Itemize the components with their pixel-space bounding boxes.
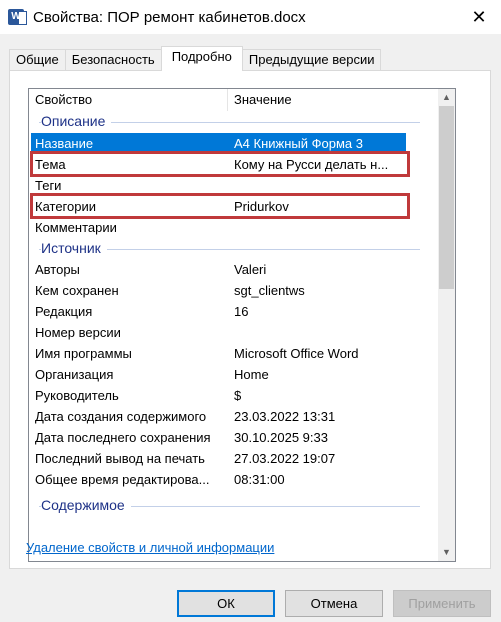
property-name: Организация	[35, 367, 114, 382]
group-label: Содержимое	[41, 497, 131, 513]
property-name: Номер версии	[35, 325, 121, 340]
highlight-box-categories	[30, 193, 410, 219]
table-row[interactable]: Последний вывод на печать 27.03.2022 19:…	[29, 448, 438, 469]
property-value: Home	[234, 367, 269, 382]
table-row[interactable]: Руководитель $	[29, 385, 438, 406]
property-name: Комментарии	[35, 220, 117, 235]
property-value: 16	[234, 304, 249, 319]
property-name: Дата последнего сохранения	[35, 430, 211, 445]
table-row[interactable]: Организация Home	[29, 364, 438, 385]
word-doc-icon: W	[8, 9, 27, 25]
tab-previous-versions[interactable]: Предыдущие версии	[241, 49, 382, 71]
property-name: Дата создания содержимого	[35, 409, 207, 424]
dialog-body: Общие Безопасность Подробно Предыдущие в…	[0, 34, 501, 622]
property-name: Руководитель	[35, 388, 119, 403]
property-list-viewport: Свойство Значение Описание Название A4 К…	[29, 89, 438, 561]
column-header-property[interactable]: Свойство	[35, 92, 92, 107]
property-list[interactable]: Свойство Значение Описание Название A4 К…	[28, 88, 456, 562]
table-row[interactable]: Авторы Valeri	[29, 259, 438, 280]
vertical-scrollbar[interactable]: ▲ ▼	[438, 89, 455, 561]
group-label: Описание	[41, 113, 112, 129]
property-name: Теги	[35, 178, 62, 193]
list-header: Свойство Значение	[29, 89, 438, 111]
property-name: Кем сохранен	[35, 283, 119, 298]
tab-general[interactable]: Общие	[9, 49, 66, 71]
column-header-value[interactable]: Значение	[234, 92, 292, 107]
table-row[interactable]: Дата создания содержимого 23.03.2022 13:…	[29, 406, 438, 427]
remove-properties-link[interactable]: Удаление свойств и личной информации	[26, 540, 274, 555]
close-button[interactable]: ✕	[465, 4, 493, 30]
highlight-box-subject	[30, 151, 410, 177]
property-value: 23.03.2022 13:31	[234, 409, 336, 424]
property-value: A4 Книжный Форма 3	[234, 136, 363, 151]
apply-button[interactable]: Применить	[393, 590, 491, 617]
group-content: Содержимое	[29, 495, 438, 516]
scroll-down-arrow-icon[interactable]: ▼	[438, 544, 455, 561]
table-row[interactable]: Кем сохранен sgt_clientws	[29, 280, 438, 301]
group-label: Источник	[41, 240, 107, 256]
property-value: 30.10.2025 9:33	[234, 430, 328, 445]
property-name: Название	[35, 136, 94, 151]
property-value: 08:31:00	[234, 472, 285, 487]
details-panel: Свойство Значение Описание Название A4 К…	[9, 70, 491, 569]
ok-button[interactable]: ОК	[177, 590, 275, 617]
table-row[interactable]: Комментарии	[29, 217, 438, 238]
property-value: Microsoft Office Word	[234, 346, 359, 361]
cancel-button[interactable]: Отмена	[285, 590, 383, 617]
window-title: Свойства: ПОР ремонт кабинетов.docx	[33, 9, 306, 26]
table-row[interactable]: Дата последнего сохранения 30.10.2025 9:…	[29, 427, 438, 448]
property-value: sgt_clientws	[234, 283, 305, 298]
property-value: $	[234, 388, 242, 403]
tab-details[interactable]: Подробно	[160, 46, 243, 71]
scroll-up-arrow-icon[interactable]: ▲	[438, 89, 455, 106]
property-value: 27.03.2022 19:07	[234, 451, 336, 466]
table-row[interactable]: Номер версии	[29, 322, 438, 343]
tab-strip: Общие Безопасность Подробно Предыдущие в…	[9, 46, 382, 71]
table-row[interactable]: Редакция 16	[29, 301, 438, 322]
property-name: Общее время редактирова...	[35, 472, 210, 487]
property-name: Последний вывод на печать	[35, 451, 205, 466]
property-name: Редакция	[35, 304, 93, 319]
tab-security[interactable]: Безопасность	[64, 49, 162, 71]
table-row[interactable]: Общее время редактирова... 08:31:00	[29, 469, 438, 490]
property-name: Авторы	[35, 262, 80, 277]
table-row[interactable]: Имя программы Microsoft Office Word	[29, 343, 438, 364]
group-description: Описание	[29, 111, 438, 132]
group-source: Источник	[29, 238, 438, 259]
title-bar: W Свойства: ПОР ремонт кабинетов.docx ✕	[0, 0, 501, 34]
column-divider[interactable]	[227, 89, 228, 111]
scroll-thumb[interactable]	[439, 106, 454, 289]
property-value: Valeri	[234, 262, 267, 277]
property-name: Имя программы	[35, 346, 132, 361]
